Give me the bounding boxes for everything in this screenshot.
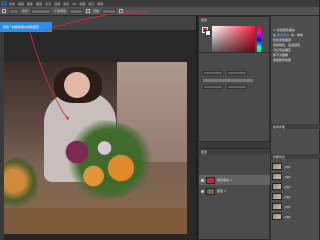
step-label: 步骤6: [284, 215, 291, 219]
list-item[interactable]: 步骤2: [271, 172, 320, 181]
adjust-slider-1[interactable]: [203, 79, 253, 82]
menu-file[interactable]: 文件: [9, 2, 15, 6]
step-line-4: 为红色后确定: [273, 48, 292, 52]
step-text-2: 中，单击: [291, 33, 304, 37]
opacity-label: 不透明度:: [54, 9, 68, 13]
canvas-area[interactable]: [4, 30, 196, 240]
brush-preset-icon[interactable]: [2, 9, 6, 13]
step-thumbnail: [272, 203, 282, 210]
adjust-field-3[interactable]: [203, 85, 223, 89]
layer-row[interactable]: 颜色填充 1: [199, 175, 271, 185]
step-highlight: 图层面板: [277, 33, 290, 37]
layer-name: 颜色填充 1: [217, 178, 232, 182]
menu-3d[interactable]: 3D: [72, 2, 76, 6]
photo-bouquet: [44, 120, 154, 200]
step-tooltip: 新建一种颜色填充调整图层: [0, 22, 52, 32]
flow-label: 流量:: [93, 9, 101, 13]
step-thumbnail: [272, 163, 282, 170]
mode-label: 模式:: [22, 9, 30, 13]
adjust-field-2[interactable]: [227, 71, 247, 75]
layer-thumbnail: [206, 187, 215, 195]
color-panel-tab[interactable]: 颜色: [201, 18, 207, 22]
list-header[interactable]: 步骤列表: [271, 154, 320, 159]
step-line-5: 即可为图像: [273, 53, 289, 57]
menu-select[interactable]: 选择: [54, 2, 60, 6]
layer-row[interactable]: 图层 1: [199, 186, 271, 196]
menu-edit[interactable]: 编辑: [18, 2, 24, 6]
step-label: 步骤4: [284, 195, 291, 199]
step-thumbnail: [272, 193, 282, 200]
step-label: 步骤1: [284, 165, 291, 169]
adjust-field-1[interactable]: [203, 71, 223, 75]
step-line-2: 新建调整图层: [273, 38, 292, 42]
list-item[interactable]: 步骤5: [271, 202, 320, 211]
document-image[interactable]: [4, 62, 187, 234]
step-thumbnail: [272, 173, 282, 180]
layer-name: 图层 1: [217, 189, 226, 193]
layers-panel: 图层 颜色填充 1 图层 1: [198, 148, 271, 240]
step-line-3: 选择纯色，设置颜色: [273, 43, 301, 47]
step-label: 步骤2: [284, 175, 291, 179]
menu-image[interactable]: 图像: [27, 2, 33, 6]
adjustments-panel: [198, 52, 270, 142]
list-item[interactable]: 步骤3: [271, 182, 320, 191]
opacity-field[interactable]: [69, 8, 84, 14]
flow-field[interactable]: [102, 8, 117, 14]
layer-thumbnail: [206, 176, 215, 184]
step-thumbnail: [272, 213, 282, 220]
tutorial-panel: 3. 新建颜色填充 在 图层面板 中，单击 新建调整图层 选择纯色，设置颜色 为…: [270, 16, 320, 240]
list-item[interactable]: 步骤4: [271, 192, 320, 201]
menu-filter[interactable]: 滤镜: [63, 2, 69, 6]
visibility-eye-icon[interactable]: [201, 189, 204, 193]
photoshop-logo-icon: [1, 1, 7, 6]
airbrush-icon[interactable]: [119, 9, 124, 13]
step-thumbnail: [272, 183, 282, 190]
brush-size-field[interactable]: [9, 8, 19, 14]
mode-select[interactable]: [31, 8, 52, 14]
step-title: 3. 新建颜色填充: [273, 28, 295, 32]
pressure-opacity-icon[interactable]: [86, 9, 91, 13]
menu-layer[interactable]: 图层: [36, 2, 42, 6]
photo-table: [4, 208, 187, 234]
background-color-swatch[interactable]: [205, 30, 211, 36]
list-item[interactable]: 步骤1: [271, 162, 320, 171]
visibility-eye-icon[interactable]: [201, 178, 204, 182]
list-item[interactable]: 步骤6: [271, 212, 320, 221]
adjust-field-4[interactable]: [227, 85, 247, 89]
menu-view[interactable]: 视图: [79, 2, 85, 6]
menu-window[interactable]: 窗口: [88, 2, 94, 6]
photo-person-face: [64, 72, 90, 98]
step-text-1: 在: [273, 33, 277, 37]
step-line-6: 添加颜色效果: [273, 58, 292, 62]
menu-bar: 文件 编辑 图像 图层 文字 选择 滤镜 3D 视图 窗口 帮助: [0, 0, 319, 7]
section-header[interactable]: 操作步骤: [271, 124, 320, 129]
layers-toolbar: [199, 154, 271, 174]
menu-help[interactable]: 帮助: [97, 2, 103, 6]
step-label: 步骤3: [284, 185, 291, 189]
menu-type[interactable]: 文字: [45, 2, 51, 6]
options-bar: 模式: 不透明度: 流量:: [0, 7, 319, 16]
step-label: 步骤5: [284, 205, 291, 209]
